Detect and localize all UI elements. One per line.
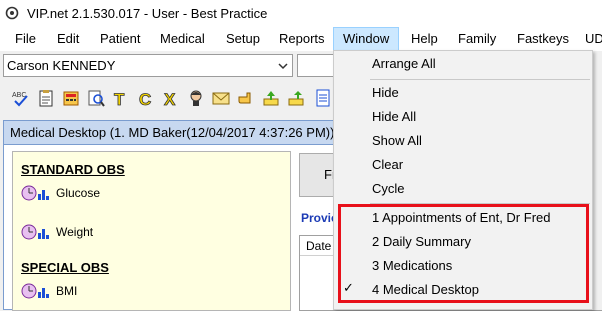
clock-chart-icon: [21, 224, 49, 240]
x-letter-icon[interactable]: X: [162, 89, 180, 107]
grid-col-date[interactable]: Date: [306, 239, 331, 253]
menu-item-arrange-all[interactable]: Arrange All: [372, 56, 436, 71]
highlight-annotation: [338, 204, 589, 303]
menu-reports[interactable]: Reports: [279, 27, 325, 51]
svg-text:C: C: [139, 90, 151, 107]
menu-setup[interactable]: Setup: [226, 27, 260, 51]
magnify-document-icon[interactable]: [87, 89, 105, 107]
obs-label: Glucose: [56, 186, 101, 200]
menu-fastkeys[interactable]: Fastkeys: [517, 27, 569, 51]
menu-bar: File Edit Patient Medical Setup Reports …: [0, 27, 602, 51]
document-icon[interactable]: [314, 89, 332, 107]
spellcheck-icon[interactable]: ABC: [12, 89, 30, 107]
obs-panel: STANDARD OBS Glucose Weight SPECIAL OBS …: [12, 151, 291, 311]
clipboard-icon[interactable]: [37, 89, 55, 107]
menu-patient[interactable]: Patient: [100, 27, 140, 51]
menu-medical[interactable]: Medical: [160, 27, 205, 51]
doc-title: Medical Desktop (1. MD Baker(12/04/2017 …: [10, 125, 335, 140]
calculator-icon[interactable]: [62, 89, 80, 107]
c-letter-icon[interactable]: C: [137, 89, 155, 107]
menu-item-hide[interactable]: Hide: [372, 85, 399, 100]
window-title: VIP.net 2.1.530.017 - User - Best Practi…: [27, 6, 268, 21]
obs-label: Weight: [56, 225, 94, 239]
person-head-icon[interactable]: [187, 89, 205, 107]
menu-ud[interactable]: UD: [585, 27, 602, 51]
menu-edit[interactable]: Edit: [57, 27, 79, 51]
tray-arrow-icon[interactable]: [287, 89, 305, 107]
envelope-icon[interactable]: [212, 89, 230, 107]
app-logo-icon: [5, 6, 19, 20]
chevron-down-icon[interactable]: [278, 62, 288, 70]
menu-family[interactable]: Family: [458, 27, 496, 51]
menu-help[interactable]: Help: [411, 27, 438, 51]
title-bar: VIP.net 2.1.530.017 - User - Best Practi…: [0, 0, 602, 27]
hand-pointer-icon[interactable]: [237, 89, 255, 107]
t-letter-icon[interactable]: T: [112, 89, 130, 107]
menu-item-show-all[interactable]: Show All: [372, 133, 422, 148]
clock-chart-icon: [21, 185, 49, 201]
fr-button[interactable]: Fr: [299, 153, 336, 197]
clock-chart-icon: [21, 283, 49, 299]
menu-window[interactable]: Window: [333, 27, 400, 51]
menu-file[interactable]: File: [15, 27, 36, 51]
inbox-arrow-icon[interactable]: [262, 89, 280, 107]
special-obs-heading: SPECIAL OBS: [21, 260, 109, 275]
menu-item-hide-all[interactable]: Hide All: [372, 109, 416, 124]
patient-select[interactable]: Carson KENNEDY: [3, 54, 293, 77]
patient-name: Carson KENNEDY: [7, 58, 116, 73]
obs-label: BMI: [56, 284, 78, 298]
svg-text:X: X: [164, 90, 176, 107]
menu-item-clear[interactable]: Clear: [372, 157, 403, 172]
svg-text:T: T: [114, 90, 125, 107]
menu-item-cycle[interactable]: Cycle: [372, 181, 405, 196]
menu-separator: [370, 79, 590, 80]
standard-obs-heading: STANDARD OBS: [21, 162, 125, 177]
patient-search-input[interactable]: [297, 54, 337, 77]
right-edge: [593, 82, 602, 310]
